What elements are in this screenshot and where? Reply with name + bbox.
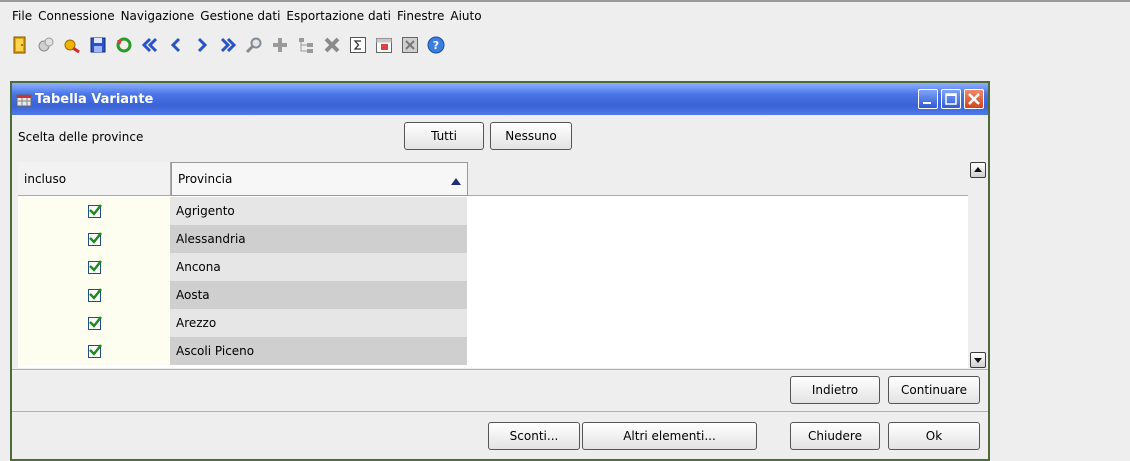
minimize-icon (923, 102, 931, 104)
provincia-cell[interactable]: Alessandria (170, 225, 467, 253)
menu-gestione-dati[interactable]: Gestione dati (200, 9, 280, 23)
calendar-icon[interactable] (374, 35, 394, 55)
discounts-button[interactable]: Sconti... (488, 422, 580, 450)
menu-navigazione[interactable]: Navigazione (121, 9, 195, 23)
menu-bar: File Connessione Navigazione Gestione da… (0, 0, 1130, 30)
incluso-cell (18, 225, 170, 253)
incluso-checkbox[interactable] (87, 231, 102, 246)
table-row[interactable]: Ancona (18, 253, 468, 281)
select-all-button[interactable]: Tutti (404, 122, 484, 150)
menu-file[interactable]: File (12, 9, 32, 23)
help-icon[interactable]: ? (426, 35, 446, 55)
checkmark-icon (88, 287, 102, 300)
frame-title: Tabella Variante (35, 91, 154, 107)
provincia-cell[interactable]: Arezzo (170, 309, 467, 337)
close-icon (968, 93, 980, 105)
checkmark-icon (88, 203, 102, 216)
svg-text:?: ? (433, 39, 439, 52)
disconnect-icon[interactable] (62, 35, 82, 55)
incluso-checkbox[interactable] (87, 315, 102, 330)
first-record-icon[interactable] (140, 35, 160, 55)
column-header-incluso-label: incluso (24, 171, 67, 186)
tree-icon[interactable] (296, 35, 316, 55)
incluso-cell (18, 197, 170, 225)
menu-connessione[interactable]: Connessione (38, 9, 114, 23)
menu-finestre[interactable]: Finestre (397, 9, 444, 23)
incluso-cell (18, 337, 170, 365)
other-elements-button[interactable]: Altri elementi... (582, 422, 757, 450)
connect-icon[interactable] (36, 35, 56, 55)
column-header-provincia[interactable]: Provincia (171, 162, 468, 196)
close-button[interactable]: Chiudere (790, 422, 880, 450)
refresh-icon[interactable] (114, 35, 134, 55)
previous-record-icon[interactable] (166, 35, 186, 55)
add-icon[interactable] (270, 35, 290, 55)
close-window-button[interactable] (964, 89, 984, 109)
incluso-cell (18, 309, 170, 337)
incluso-checkbox[interactable] (87, 259, 102, 274)
incluso-cell (18, 253, 170, 281)
incluso-checkbox[interactable] (87, 343, 102, 358)
back-button[interactable]: Indietro (790, 376, 880, 404)
select-none-button[interactable]: Nessuno (490, 122, 572, 150)
internal-frame: Tabella Variante Scelta delle province T… (10, 81, 990, 461)
province-selection-label: Scelta delle province (18, 130, 144, 144)
continue-button[interactable]: Continuare (888, 376, 980, 404)
incluso-checkbox[interactable] (87, 287, 102, 302)
exit-icon[interactable] (10, 35, 30, 55)
export-icon[interactable] (400, 35, 420, 55)
arrow-down-icon (974, 358, 982, 363)
ok-button[interactable]: Ok (888, 422, 980, 450)
table-row[interactable]: Agrigento (18, 197, 468, 225)
checkmark-icon (88, 259, 102, 272)
search-icon[interactable] (244, 35, 264, 55)
next-record-icon[interactable] (192, 35, 212, 55)
last-record-icon[interactable] (218, 35, 238, 55)
delete-icon[interactable] (322, 35, 342, 55)
sort-ascending-icon (451, 178, 461, 185)
save-icon[interactable] (88, 35, 108, 55)
arrow-up-icon (974, 167, 982, 172)
scroll-down-button[interactable] (970, 352, 986, 368)
column-header-incluso[interactable]: incluso (18, 162, 171, 196)
maximize-icon (945, 93, 957, 105)
table-icon (16, 94, 32, 107)
provincia-cell[interactable]: Aosta (170, 281, 467, 309)
separator-line (12, 411, 988, 412)
table-row[interactable]: Arezzo (18, 309, 468, 337)
checkmark-icon (88, 315, 102, 328)
sum-icon[interactable] (348, 35, 368, 55)
menu-aiuto[interactable]: Aiuto (450, 9, 481, 23)
table-vertical-scrollbar[interactable] (970, 162, 986, 368)
provincia-cell[interactable]: Ascoli Piceno (170, 337, 467, 365)
separator-line (12, 369, 988, 370)
provincia-cell[interactable]: Agrigento (170, 197, 467, 225)
toolbar: ? (10, 30, 1120, 60)
checkmark-icon (88, 343, 102, 356)
table-row[interactable]: Ascoli Piceno (18, 337, 468, 365)
provincia-cell[interactable]: Ancona (170, 253, 467, 281)
minimize-button[interactable] (918, 89, 938, 109)
table-row[interactable]: Alessandria (18, 225, 468, 253)
column-header-provincia-label: Provincia (178, 172, 233, 186)
incluso-checkbox[interactable] (87, 203, 102, 218)
menu-esportazione-dati[interactable]: Esportazione dati (286, 9, 391, 23)
table-row[interactable]: Aosta (18, 281, 468, 309)
incluso-cell (18, 281, 170, 309)
maximize-button[interactable] (941, 89, 961, 109)
scroll-up-button[interactable] (970, 162, 986, 178)
checkmark-icon (88, 231, 102, 244)
provinces-table: incluso Provincia Agrigento Alessandria An… (18, 162, 968, 368)
frame-title-bar[interactable]: Tabella Variante (12, 83, 988, 115)
column-header-filler (468, 162, 968, 196)
